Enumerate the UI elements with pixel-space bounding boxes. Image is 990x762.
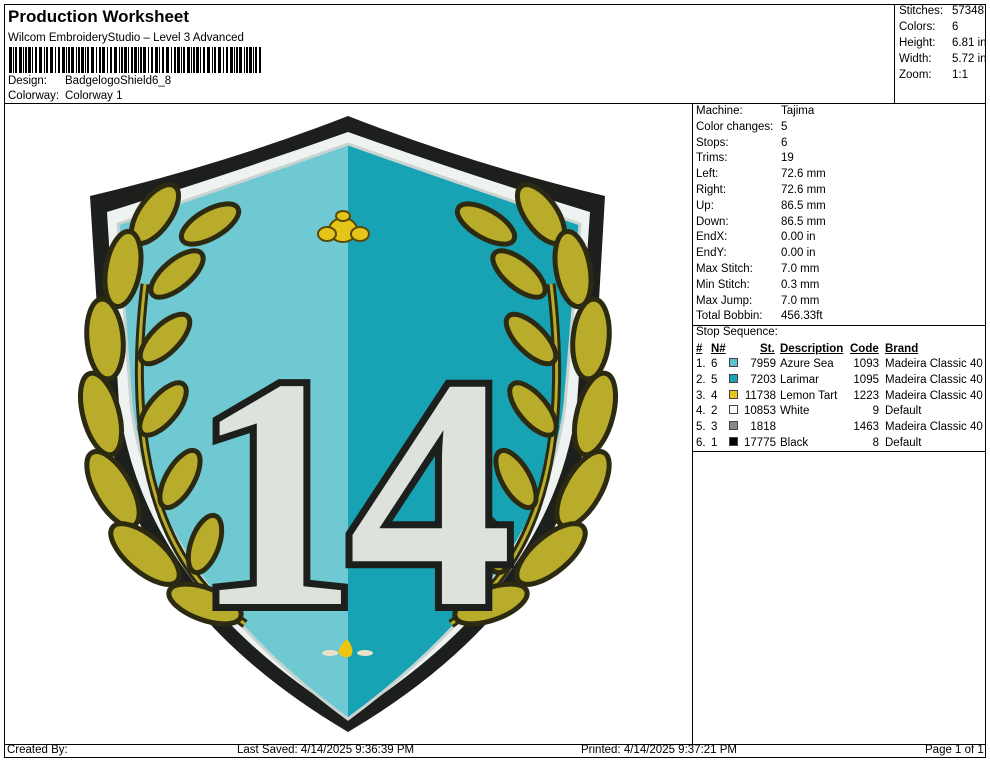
seq-code: 8 xyxy=(872,437,879,449)
color-swatch xyxy=(729,389,738,399)
info-row: Max Stitch: 7.0 mm xyxy=(696,263,820,275)
seq-index: 2. xyxy=(696,373,706,386)
seq-brand: Default xyxy=(885,405,922,418)
seq-description: Lemon Tart xyxy=(780,389,838,402)
seq-brand: Madeira Classic 40 xyxy=(885,389,983,402)
info-row: Trims: 19 xyxy=(696,152,794,165)
page-title: Production Worksheet xyxy=(8,7,190,26)
color-swatch xyxy=(729,421,738,431)
seq-code: 1093 xyxy=(853,358,879,370)
color-swatch xyxy=(729,405,738,415)
info-row: Up: 86.5 mm xyxy=(696,199,826,212)
seq-code: 9 xyxy=(872,405,879,418)
colorway-label: Colorway: xyxy=(8,90,60,102)
info-row: Right: 72.6 mm xyxy=(696,184,826,196)
seq-n: 1 xyxy=(711,437,718,449)
sequence-row: 3. 4 11738 Lemon Tart 1223 Madeira Classic 40 xyxy=(693,389,986,406)
created-by: Created By: xyxy=(7,744,68,756)
worksheet-footer: Created By: Last Saved: 4/14/2025 9:36:3… xyxy=(5,744,986,758)
seq-index: 3. xyxy=(696,389,706,402)
software-subtitle: Wilcom EmbroideryStudio – Level 3 Advanc… xyxy=(8,32,244,44)
info-row: Min Stitch: 0.3 mm xyxy=(696,278,820,291)
seq-n: 3 xyxy=(711,421,718,434)
barcode xyxy=(9,47,261,73)
sequence-row: 6. 1 17775 Black 8 Default xyxy=(693,437,986,453)
col-header-n: N# xyxy=(711,343,726,355)
worksheet-header: Production Worksheet Wilcom EmbroiderySt… xyxy=(5,5,894,103)
design-value: BadgelogoShield6_8 xyxy=(65,75,172,87)
color-swatch xyxy=(729,373,738,383)
seq-stitches: 10853 xyxy=(744,405,776,418)
seq-description: Larimar xyxy=(780,373,819,386)
seq-stitches: 1818 xyxy=(750,421,776,434)
seq-index: 4. xyxy=(696,405,706,418)
info-row: EndY: 0.00 in xyxy=(696,247,816,260)
color-swatch xyxy=(729,437,738,446)
col-header-description: Description xyxy=(780,343,844,355)
last-saved: Last Saved: 4/14/2025 9:36:39 PM xyxy=(237,744,415,756)
seq-stitches: 7959 xyxy=(750,358,776,370)
col-header-st: St. xyxy=(760,343,775,355)
seq-brand: Madeira Classic 40 xyxy=(885,358,983,370)
info-row: Down: 86.5 mm xyxy=(696,215,826,228)
design-preview: 14 xyxy=(5,104,692,744)
info-row: EndX: 0.00 in xyxy=(696,231,816,244)
numeral-14: 14 xyxy=(193,311,508,676)
seq-stitches: 17775 xyxy=(744,437,776,449)
seq-index: 5. xyxy=(696,421,706,434)
seq-stitches: 11738 xyxy=(744,389,776,402)
info-row: Left: 72.6 mm xyxy=(696,168,826,181)
info-row: Machine: Tajima xyxy=(696,105,815,117)
col-header-num: # xyxy=(696,343,703,355)
info-row: Max Jump: 7.0 mm xyxy=(696,294,820,307)
seq-index: 6. xyxy=(696,437,706,449)
seq-index: 1. xyxy=(696,358,706,370)
sequence-row: 2. 5 7203 Larimar 1095 Madeira Classic 40 xyxy=(693,373,986,390)
shield-badge-image: 14 xyxy=(77,116,619,732)
seq-n: 5 xyxy=(711,373,718,386)
seq-code: 1463 xyxy=(853,421,879,434)
info-row: Stops: 6 xyxy=(696,136,788,149)
info-row: Color changes: 5 xyxy=(696,120,788,133)
stats-box: Stitches: 57348 Colors: 6 Height: 6.81 in W… xyxy=(894,5,987,103)
seq-brand: Default xyxy=(885,437,922,449)
sequence-row: 5. 3 1818 1463 Madeira Classic 40 xyxy=(693,421,986,437)
sequence-row: 1. 6 7959 Azure Sea 1093 Madeira Classic 40 xyxy=(693,358,986,374)
seq-brand: Madeira Classic 40 xyxy=(885,373,983,386)
seq-brand: Madeira Classic 40 xyxy=(885,421,983,434)
design-label: Design: xyxy=(8,75,47,87)
col-header-brand: Brand xyxy=(885,343,919,355)
seq-code: 1223 xyxy=(853,389,879,402)
seq-description: White xyxy=(780,405,810,418)
info-row: Total Bobbin: 456.33ft xyxy=(696,310,823,323)
color-swatch xyxy=(729,358,738,367)
seq-n: 2 xyxy=(711,405,718,418)
stop-sequence-title: Stop Sequence: xyxy=(696,326,778,338)
page-number: Page 1 of 1 xyxy=(925,744,984,756)
seq-description: Azure Sea xyxy=(780,358,834,370)
col-header-code: Code xyxy=(850,343,879,355)
sequence-row: 4. 2 10853 White 9 Default xyxy=(693,405,986,421)
seq-stitches: 7203 xyxy=(750,373,776,386)
seq-description: Black xyxy=(780,437,809,449)
colorway-value: Colorway 1 xyxy=(65,90,123,102)
seq-code: 1095 xyxy=(853,373,879,386)
seq-n: 4 xyxy=(711,389,718,402)
seq-n: 6 xyxy=(711,358,718,370)
printed-date: Printed: 4/14/2025 9:37:21 PM xyxy=(581,744,737,756)
